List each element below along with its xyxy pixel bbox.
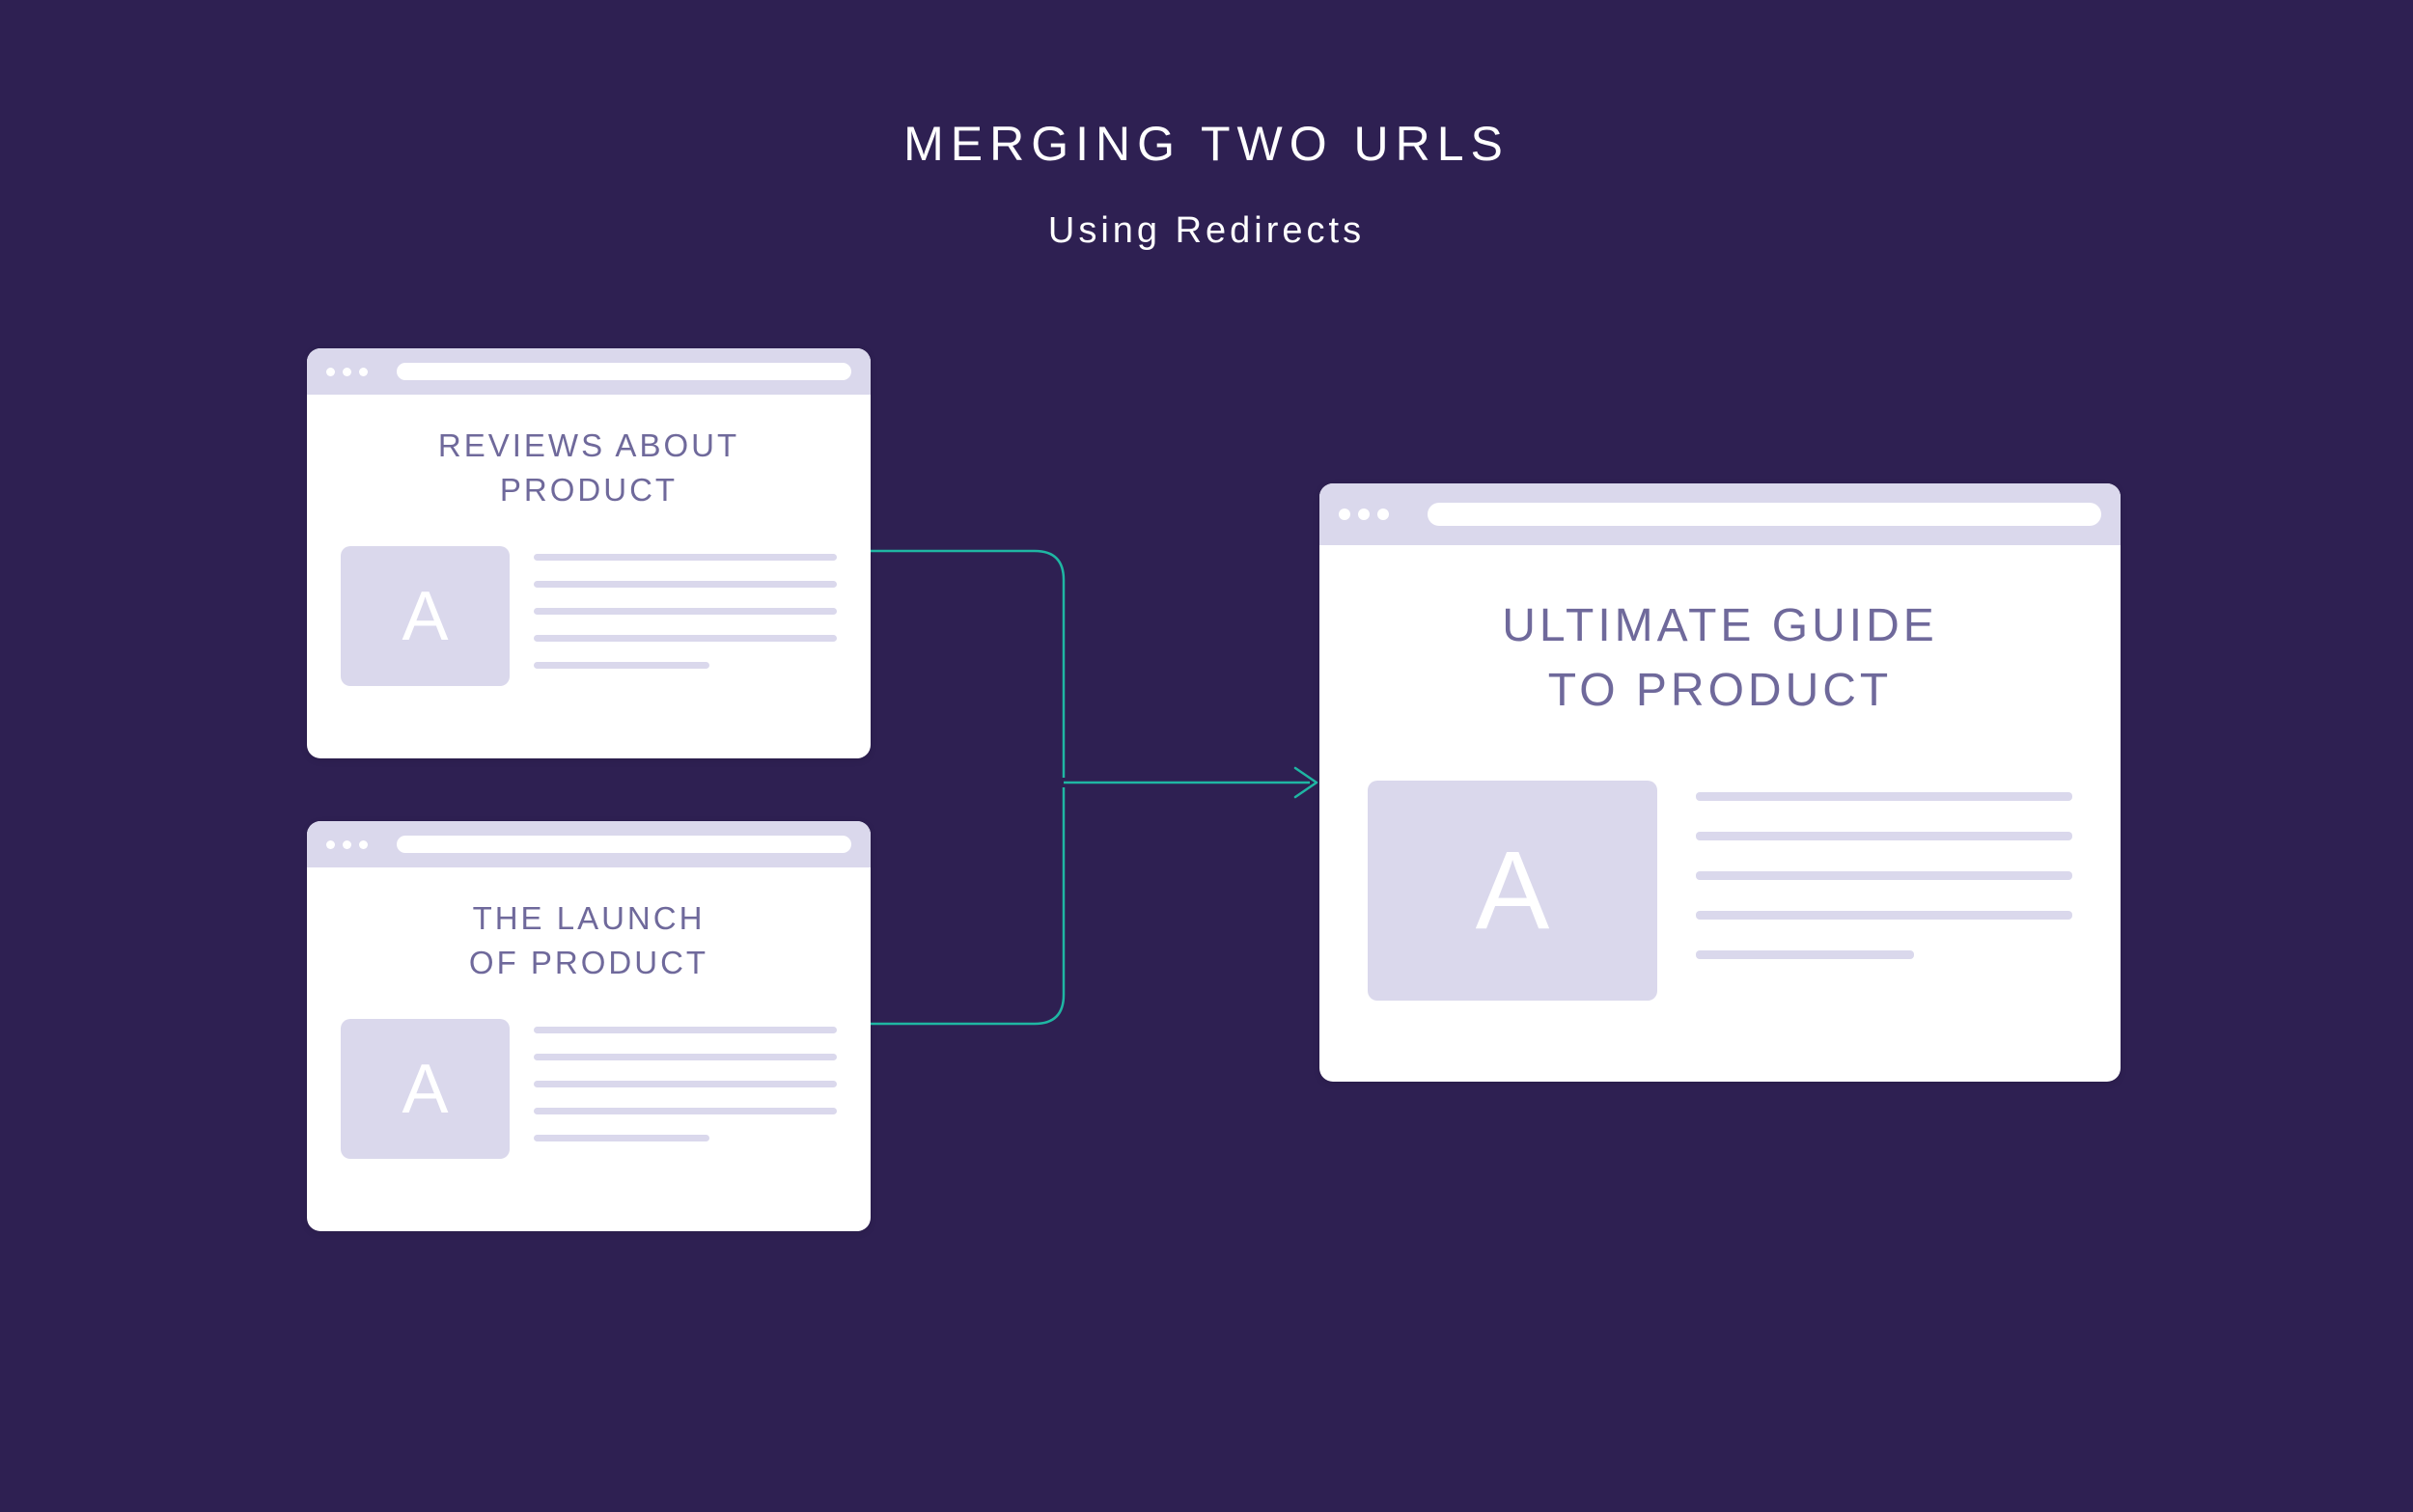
text-line: [534, 1108, 837, 1114]
diagram-subtitle: Using Redirects: [0, 210, 2413, 252]
page-body: ULTIMATE GUIDE TO PRODUCT A: [1319, 545, 2121, 1049]
text-line: [534, 581, 837, 588]
page-title: THE LAUNCH OF PRODUCT: [341, 896, 837, 985]
page-content: A: [341, 1019, 837, 1159]
redirect-arrow-icon: [871, 551, 1353, 1111]
source-page-launch: THE LAUNCH OF PRODUCT A: [307, 821, 871, 1231]
text-line: [534, 1027, 837, 1033]
text-line: [1696, 950, 1914, 959]
page-body: REVIEWS ABOUT PRODUCT A: [307, 395, 871, 720]
text-lines: [1696, 781, 2072, 959]
page-body: THE LAUNCH OF PRODUCT A: [307, 867, 871, 1193]
page-title: ULTIMATE GUIDE TO PRODUCT: [1368, 593, 2072, 723]
browser-topbar: [307, 348, 871, 395]
page-title: REVIEWS ABOUT PRODUCT: [341, 424, 837, 512]
browser-topbar: [307, 821, 871, 867]
window-controls-icon: [1339, 509, 1389, 520]
text-line: [534, 635, 837, 642]
text-line: [534, 662, 709, 669]
image-placeholder-icon: A: [1368, 781, 1657, 1001]
source-page-reviews: REVIEWS ABOUT PRODUCT A: [307, 348, 871, 758]
text-line: [1696, 832, 2072, 840]
text-line: [534, 608, 837, 615]
image-placeholder-icon: A: [341, 1019, 510, 1159]
text-line: [1696, 871, 2072, 880]
text-line: [1696, 911, 2072, 920]
text-line: [534, 1135, 709, 1141]
diagram-header: MERGING TWO URLS Using Redirects: [0, 0, 2413, 252]
window-controls-icon: [326, 368, 368, 376]
text-line: [534, 554, 837, 561]
text-line: [534, 1081, 837, 1087]
url-bar: [1428, 503, 2101, 526]
text-lines: [534, 1019, 837, 1141]
text-lines: [534, 546, 837, 669]
url-bar: [397, 363, 851, 380]
page-content: A: [341, 546, 837, 686]
diagram-title: MERGING TWO URLS: [0, 116, 2413, 172]
diagram-area: REVIEWS ABOUT PRODUCT A: [0, 252, 2413, 1410]
text-line: [534, 1054, 837, 1060]
url-bar: [397, 836, 851, 853]
page-content: A: [1368, 781, 2072, 1001]
browser-topbar: [1319, 483, 2121, 545]
image-placeholder-icon: A: [341, 546, 510, 686]
window-controls-icon: [326, 840, 368, 849]
target-page-ultimate: ULTIMATE GUIDE TO PRODUCT A: [1319, 483, 2121, 1082]
text-line: [1696, 792, 2072, 801]
